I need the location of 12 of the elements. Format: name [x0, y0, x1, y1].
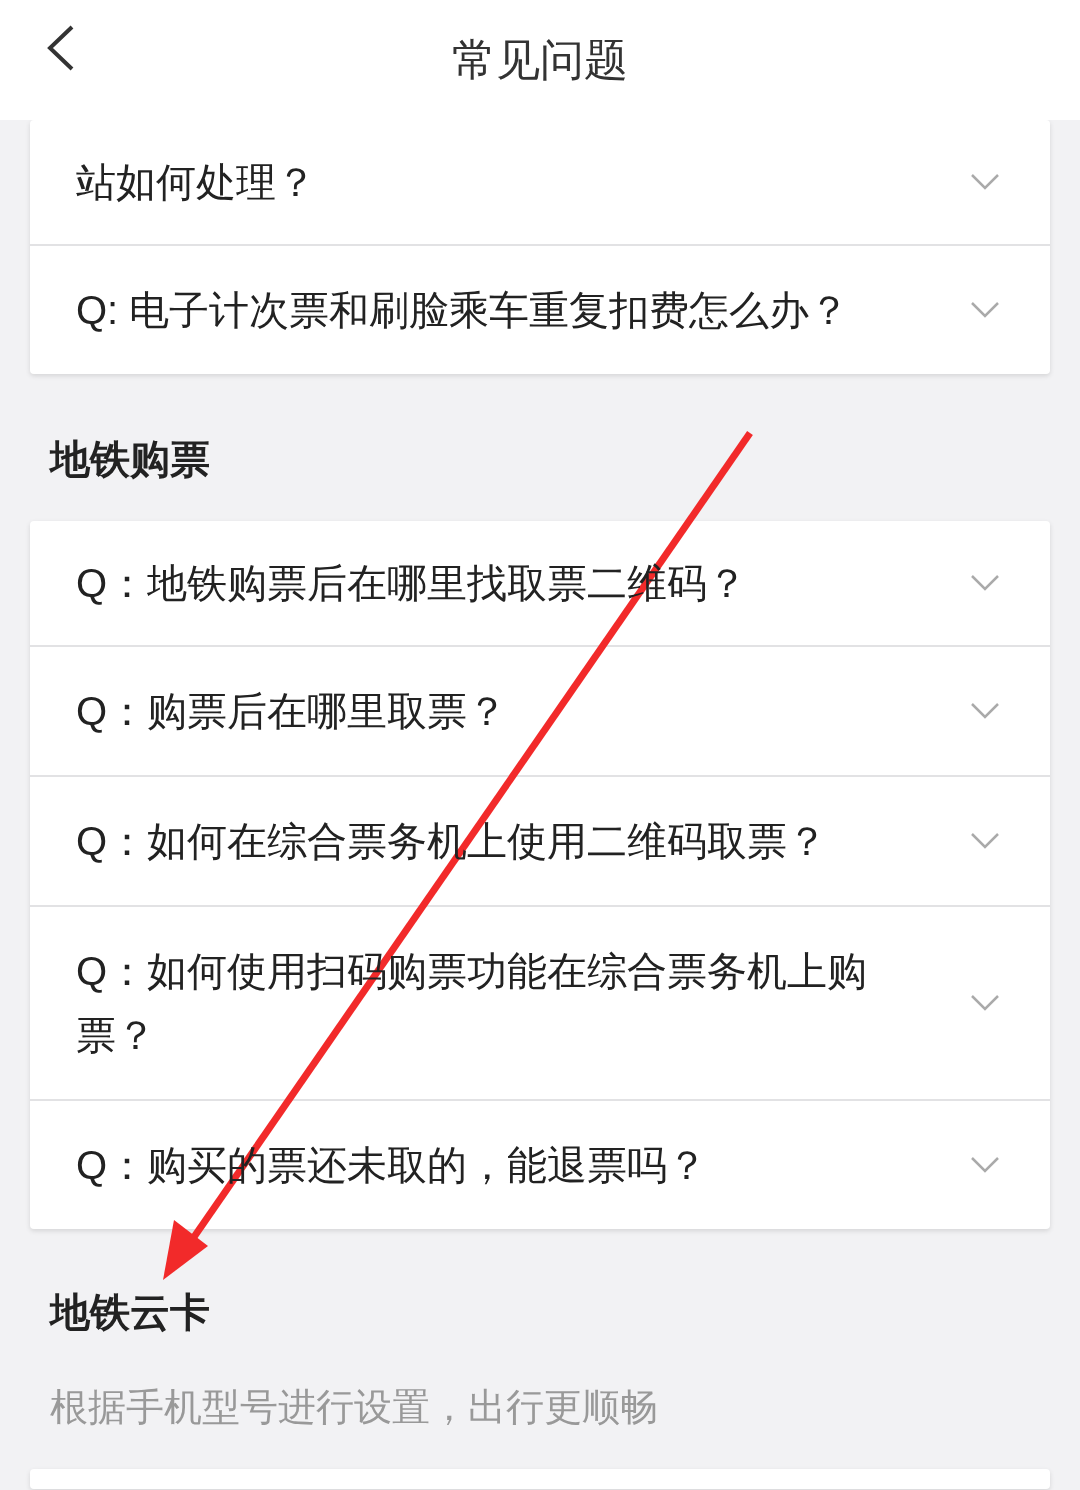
faq-item[interactable]: Q：如何在综合票务机上使用二维码取票？ — [30, 775, 1050, 905]
faq-item[interactable]: Q：购票后在哪里取票？ — [30, 645, 1050, 775]
faq-item[interactable]: 站如何处理？ — [30, 120, 1050, 244]
section-title: 地铁云卡 — [50, 1289, 211, 1336]
question-text: Q：如何在综合票务机上使用二维码取票？ — [76, 818, 829, 865]
section-subtitle: 根据手机型号进行设置，出行更顺畅 — [50, 1385, 659, 1430]
faq-item[interactable]: Q: 电子计次票和刷脸乘车重复扣费怎么办？ — [30, 244, 1050, 374]
page-title: 常见问题 — [452, 33, 628, 86]
question-text: 站如何处理？ — [76, 159, 317, 206]
question-text: Q：购票后在哪里取票？ — [76, 688, 509, 735]
section-title: 地铁购票 — [50, 436, 211, 483]
question-text: Q: 电子计次票和刷脸乘车重复扣费怎么办？ — [76, 287, 851, 334]
